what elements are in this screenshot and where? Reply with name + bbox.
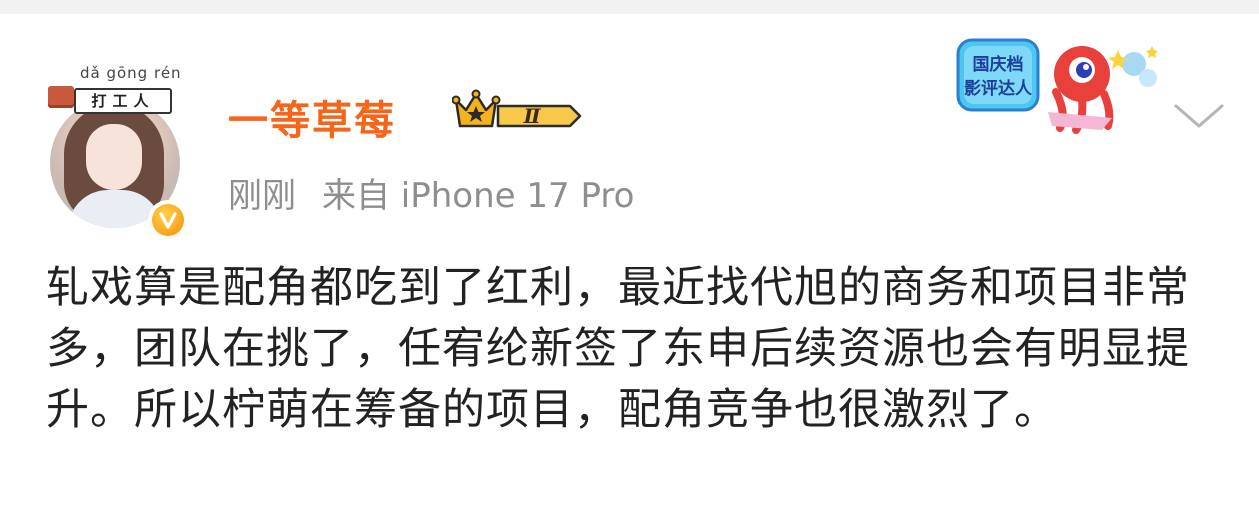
brick-icon bbox=[48, 86, 74, 108]
post-time: 刚刚 bbox=[228, 176, 296, 216]
promo-line1: 国庆档 bbox=[973, 54, 1024, 75]
top-divider-bar bbox=[0, 0, 1259, 14]
verified-badge-icon bbox=[148, 200, 188, 240]
badge-level: Ⅱ bbox=[523, 104, 542, 128]
verified-check-icon bbox=[159, 212, 177, 229]
username[interactable]: 一等草莓 bbox=[228, 88, 396, 146]
chevron-down-icon[interactable] bbox=[1172, 100, 1226, 130]
avatar-frame-pinyin: dǎ gōng rén bbox=[80, 64, 182, 82]
avatar-face bbox=[86, 124, 142, 190]
post-source[interactable]: 来自 iPhone 17 Pro bbox=[322, 176, 634, 216]
avatar-frame: dǎ gōng rén 打工人 bbox=[44, 64, 181, 114]
avatar-container[interactable]: dǎ gōng rén 打工人 bbox=[44, 54, 194, 240]
weibo-post-card: dǎ gōng rén 打工人 一等草莓 Ⅱ 刚刚 来自 iPhone 17 Pr… bbox=[0, 14, 1259, 531]
avatar-frame-sign: 打工人 bbox=[74, 88, 172, 114]
promo-line2: 影评达人 bbox=[964, 78, 1033, 99]
post-text: 轧戏算是配角都吃到了红利，最近找代旭的商务和项目非常多，团队在挑了，任宥纶新签了… bbox=[46, 263, 1190, 435]
post-meta: 刚刚 来自 iPhone 17 Pro bbox=[228, 168, 634, 217]
promo-badge-icon[interactable]: 国庆档 影评达人 bbox=[952, 34, 1172, 134]
crown-icon[interactable]: Ⅱ bbox=[452, 86, 582, 136]
